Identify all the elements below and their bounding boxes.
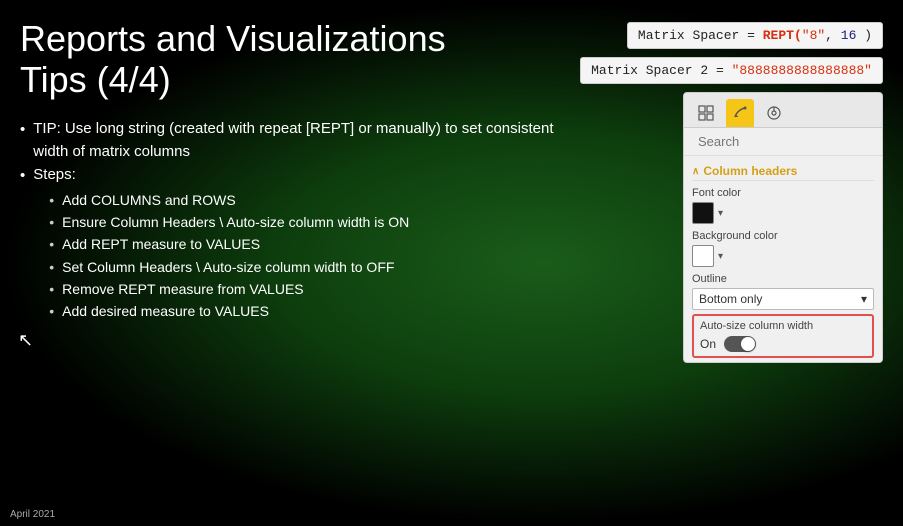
auto-size-label: Auto-size column width bbox=[700, 320, 866, 332]
section-label-text: Column headers bbox=[703, 164, 797, 178]
search-input[interactable] bbox=[698, 134, 874, 149]
formula1-arg2: 16 bbox=[841, 28, 857, 43]
bg-color-swatch: ▾ bbox=[692, 245, 874, 267]
sub-item-1: Add COLUMNS and ROWS bbox=[49, 189, 409, 211]
font-color-arrow[interactable]: ▾ bbox=[718, 208, 723, 219]
formula2-value: "8888888888888888" bbox=[732, 63, 872, 78]
formula1-fn: REPT( bbox=[763, 28, 802, 43]
font-color-swatch: ▾ bbox=[692, 202, 874, 224]
analytics-tab[interactable] bbox=[760, 99, 788, 127]
toggle-knob bbox=[741, 337, 755, 351]
left-panel: Reports and Visualizations Tips (4/4) TI… bbox=[20, 18, 563, 516]
bg-color-label: Background color bbox=[692, 230, 874, 242]
formula1-arg1: "8" bbox=[802, 28, 825, 43]
toggle-on-label: On bbox=[700, 337, 716, 351]
panel-section-column-headers: ∧ Column headers Font color ▾ Background… bbox=[684, 156, 882, 362]
panel-search-row bbox=[684, 128, 882, 156]
sub-item-5: Remove REPT measure from VALUES bbox=[49, 278, 409, 300]
outline-label: Outline bbox=[692, 273, 874, 285]
bg-color-box[interactable] bbox=[692, 245, 714, 267]
formula1-prefix: Matrix Spacer = bbox=[638, 28, 763, 43]
main-bullet-list: TIP: Use long string (created with repea… bbox=[20, 117, 563, 323]
sub-item-4: Set Column Headers \ Auto-size column wi… bbox=[49, 256, 409, 278]
font-color-label: Font color bbox=[692, 187, 874, 199]
fields-tab[interactable] bbox=[692, 99, 720, 127]
bullet-tip: TIP: Use long string (created with repea… bbox=[20, 117, 563, 164]
outline-chevron-icon: ▾ bbox=[861, 292, 867, 306]
bg-color-arrow[interactable]: ▾ bbox=[718, 251, 723, 262]
section-header-column-headers: ∧ Column headers bbox=[692, 160, 874, 181]
panel-tabs bbox=[684, 93, 882, 128]
formula1-close: ) bbox=[856, 28, 872, 43]
right-panel: Matrix Spacer = REPT("8", 16 ) Matrix Sp… bbox=[573, 18, 883, 516]
formula2-prefix: Matrix Spacer 2 = bbox=[591, 63, 731, 78]
formula1-sep: , bbox=[825, 28, 841, 43]
sub-item-2: Ensure Column Headers \ Auto-size column… bbox=[49, 211, 409, 233]
font-color-box[interactable] bbox=[692, 202, 714, 224]
format-panel: ∧ Column headers Font color ▾ Background… bbox=[683, 92, 883, 363]
auto-size-toggle-row: On bbox=[700, 336, 866, 352]
auto-size-toggle[interactable] bbox=[724, 336, 756, 352]
section-chevron-icon: ∧ bbox=[692, 166, 699, 177]
bullet-steps: Steps: Add COLUMNS and ROWS Ensure Colum… bbox=[20, 163, 563, 323]
page-title: Reports and Visualizations Tips (4/4) bbox=[20, 18, 563, 101]
footer-text: April 2021 bbox=[10, 509, 55, 520]
outline-value: Bottom only bbox=[699, 292, 762, 306]
format-tab[interactable] bbox=[726, 99, 754, 127]
sub-item-3: Add REPT measure to VALUES bbox=[49, 233, 409, 255]
formula-box-2: Matrix Spacer 2 = "8888888888888888" bbox=[580, 57, 883, 84]
formula-box-1: Matrix Spacer = REPT("8", 16 ) bbox=[627, 22, 883, 49]
steps-label: Steps: bbox=[33, 166, 76, 183]
sub-bullet-list: Add COLUMNS and ROWS Ensure Column Heade… bbox=[33, 189, 409, 323]
main-content: Reports and Visualizations Tips (4/4) TI… bbox=[0, 0, 903, 526]
auto-size-section: Auto-size column width On bbox=[692, 314, 874, 358]
outline-dropdown[interactable]: Bottom only ▾ bbox=[692, 288, 874, 310]
sub-item-6: Add desired measure to VALUES bbox=[49, 300, 409, 322]
